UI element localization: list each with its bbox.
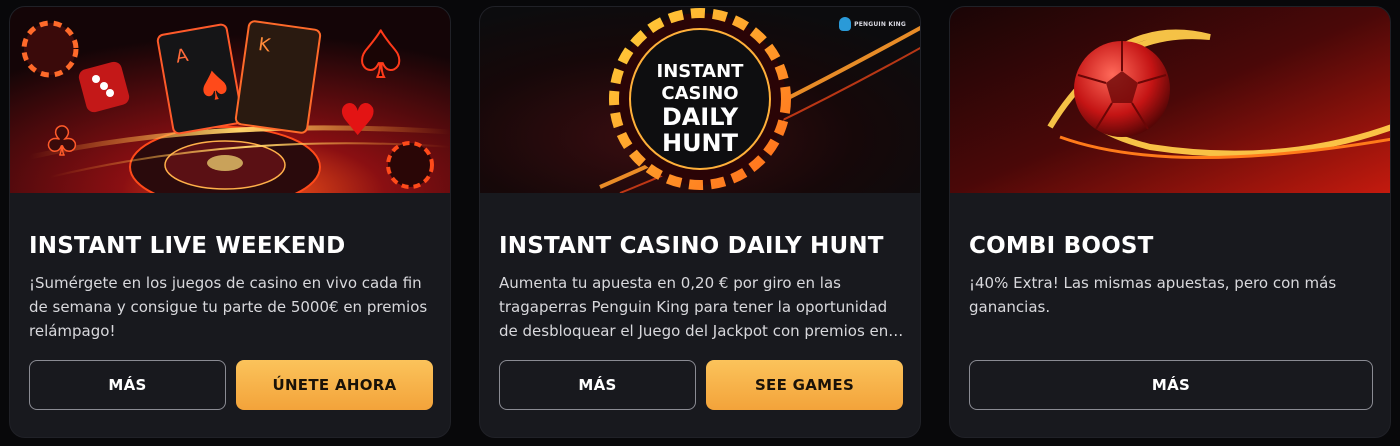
more-button[interactable]: MÁS [29,360,226,410]
promo-card-daily-hunt: INSTANT CASINO DAILY HUNT PENGUIN KING I… [479,6,921,438]
more-button[interactable]: MÁS [969,360,1373,410]
see-games-button[interactable]: SEE GAMES [706,360,903,410]
svg-text:CASINO: CASINO [661,83,738,104]
svg-text:INSTANT: INSTANT [657,61,745,82]
provider-name: PENGUIN KING [854,20,906,28]
penguin-icon [839,17,852,31]
svg-text:HUNT: HUNT [662,129,739,157]
casino-banner-art: A ♠ K ♠ ♥ ♣ [10,7,450,193]
promo-banner-live-weekend[interactable]: A ♠ K ♠ ♥ ♣ [10,7,450,193]
banner-logo-text: INSTANT CASINO DAILY HUNT [657,61,745,157]
svg-text:♠: ♠ [352,19,409,93]
promo-description: Aumenta tu apuesta en 0,20 € por giro en… [499,274,889,340]
promo-card-live-weekend: A ♠ K ♠ ♥ ♣ INSTANT LIVE WEEKEND ¡Sumérg… [9,6,451,438]
provider-badge: PENGUIN KING [839,17,906,31]
promo-banner-daily-hunt[interactable]: INSTANT CASINO DAILY HUNT PENGUIN KING [480,7,920,193]
join-now-button[interactable]: ÚNETE AHORA [236,360,433,410]
svg-text:♥: ♥ [338,95,377,146]
promo-title: COMBI BOOST [969,233,1154,259]
combi-boost-banner-art [950,7,1390,193]
promo-title: INSTANT LIVE WEEKEND [29,233,346,259]
more-button[interactable]: MÁS [499,360,696,410]
promo-description: ¡40% Extra! Las mismas apuestas, pero co… [969,274,1337,316]
promo-title: INSTANT CASINO DAILY HUNT [499,233,884,259]
promo-card-combi-boost: COMBI BOOST ¡40% Extra! Las mismas apues… [949,6,1391,438]
promo-description: ¡Sumérgete en los juegos de casino en vi… [29,274,428,340]
daily-hunt-banner-art: INSTANT CASINO DAILY HUNT [480,7,920,193]
svg-text:♣: ♣ [44,119,80,165]
svg-text:DAILY: DAILY [662,103,739,131]
promo-banner-combi-boost[interactable] [950,7,1390,193]
